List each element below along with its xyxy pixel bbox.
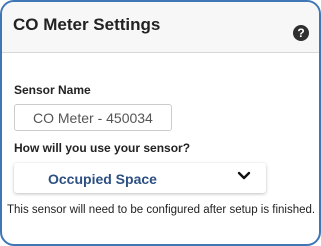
chevron-down-icon [237,171,251,180]
sensor-name-label: Sensor Name [14,83,91,97]
co-meter-settings-panel: CO Meter Settings ? Sensor Name How will… [0,0,321,246]
configuration-note: This sensor will need to be configured a… [7,204,316,216]
sensor-usage-label: How will you use your sensor? [14,141,191,155]
question-circle-icon[interactable]: ? [293,25,309,41]
panel-header: CO Meter Settings ? [2,2,319,53]
sensor-name-input[interactable] [14,104,172,131]
panel-title: CO Meter Settings [13,15,161,34]
sensor-usage-selected-value: Occupied Space [48,171,157,187]
sensor-usage-select[interactable]: Occupied Space [14,163,266,193]
